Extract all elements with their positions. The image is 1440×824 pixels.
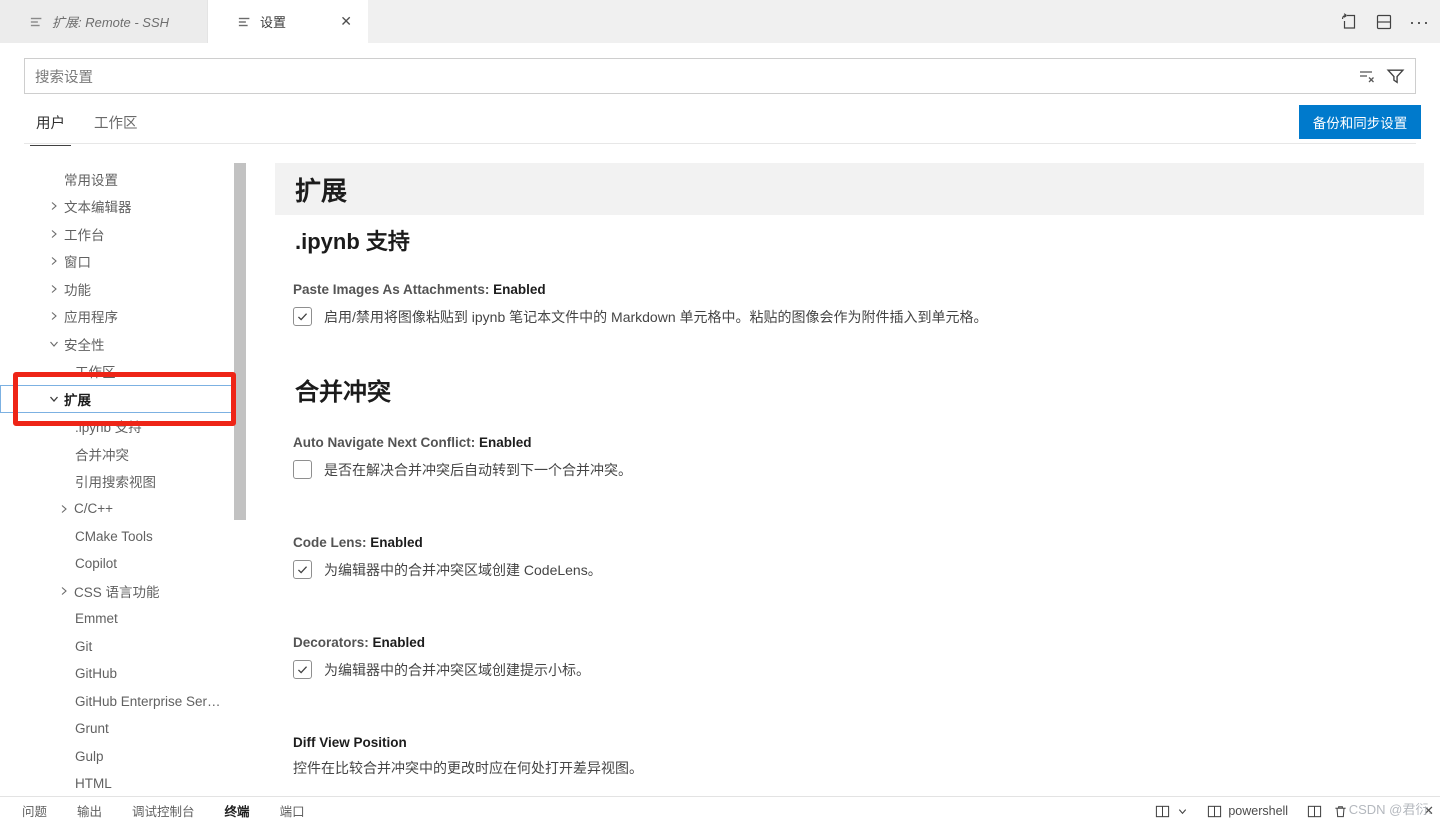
chevron-right-icon: [44, 255, 64, 267]
toc-item-common-settings[interactable]: 常用设置: [0, 165, 238, 193]
setting-description: 为编辑器中的合并冲突区域创建 CodeLens。: [324, 562, 602, 578]
editor-tab-bar: 扩展: Remote - SSH 设置 ✕ ···: [0, 0, 1440, 43]
scope-tab-user[interactable]: 用户: [30, 112, 71, 146]
scope-divider: [24, 143, 1416, 144]
tab-extension-remote-ssh[interactable]: 扩展: Remote - SSH: [0, 0, 208, 43]
group-heading-ipynb: .ipynb 支持: [295, 229, 410, 254]
toc-item-features[interactable]: 功能: [0, 275, 238, 303]
settings-list-icon: [30, 15, 44, 29]
setting-title: Paste Images As Attachments: Enabled: [293, 282, 546, 297]
toc-item-html[interactable]: HTML: [0, 770, 238, 798]
tab-label: 扩展: Remote - SSH: [52, 15, 170, 30]
toc-item-copilot[interactable]: Copilot: [0, 550, 238, 578]
clear-search-icon[interactable]: [1358, 67, 1376, 85]
setting-description: 是否在解决合并冲突后自动转到下一个合并冲突。: [324, 462, 632, 478]
toc-scrollbar[interactable]: [234, 163, 246, 520]
toc-item-window[interactable]: 窗口: [0, 248, 238, 276]
panel-tabs: 问题 输出 调试控制台 终端 端口: [0, 801, 305, 820]
toc-item-gulp[interactable]: Gulp: [0, 743, 238, 771]
panel-tab-terminal[interactable]: 终端: [225, 801, 250, 820]
toc-item-references-view[interactable]: 引用搜索视图: [0, 468, 238, 496]
setting-description: 启用/禁用将图像粘贴到 ipynb 笔记本文件中的 Markdown 单元格中。…: [324, 309, 988, 325]
settings-toc: 常用设置 文本编辑器 工作台 窗口 功能 应用程序 安全性 工作区 扩展 .ip…: [0, 150, 248, 798]
setting-title: Code Lens: Enabled: [293, 535, 423, 550]
setting-title: Auto Navigate Next Conflict: Enabled: [293, 435, 532, 450]
toc-item-github[interactable]: GitHub: [0, 660, 238, 688]
split-editor-icon[interactable]: [1375, 13, 1393, 31]
vscode-settings-window: 扩展: Remote - SSH 设置 ✕ ··· 搜索设置 用户 工作区 备份…: [0, 0, 1440, 824]
toc-item-cmake-tools[interactable]: CMake Tools: [0, 523, 238, 551]
more-actions-icon[interactable]: ···: [1409, 13, 1430, 31]
checkbox-checked[interactable]: [293, 660, 312, 679]
chevron-right-icon: [54, 503, 74, 515]
toc-item-css-language[interactable]: CSS 语言功能: [0, 578, 238, 606]
new-terminal-icon[interactable]: [1155, 804, 1170, 819]
editor-actions: ···: [1340, 0, 1430, 43]
chevron-down-icon: [44, 393, 64, 405]
checkbox-checked[interactable]: [293, 307, 312, 326]
section-heading-extensions: 扩展: [275, 163, 1424, 215]
chevron-right-icon: [54, 585, 74, 597]
tab-settings[interactable]: 设置 ✕: [208, 0, 368, 43]
checkbox-unchecked[interactable]: [293, 460, 312, 479]
toc-item-github-enterprise[interactable]: GitHub Enterprise Ser…: [0, 688, 238, 716]
chevron-right-icon: [44, 310, 64, 322]
toc-item-text-editor[interactable]: 文本编辑器: [0, 193, 238, 221]
group-heading-merge-conflict: 合并冲突: [295, 379, 391, 406]
panel-tab-output[interactable]: 输出: [77, 801, 102, 820]
scope-tab-workspace[interactable]: 工作区: [88, 112, 144, 145]
toc-item-merge-conflict[interactable]: 合并冲突: [0, 440, 238, 468]
chevron-right-icon: [44, 200, 64, 212]
toc-item-grunt[interactable]: Grunt: [0, 715, 238, 743]
split-terminal-icon[interactable]: [1307, 804, 1322, 819]
checkbox-checked[interactable]: [293, 560, 312, 579]
setting-diff-view-position: Diff View Position 控件在比较合并冲突中的更改时应在何处打开差…: [293, 735, 1413, 778]
terminal-name: powershell: [1228, 804, 1289, 818]
toc-item-ipynb-support[interactable]: .ipynb 支持: [0, 413, 238, 441]
panel-bar: 问题 输出 调试控制台 终端 端口 powershell ✕: [0, 796, 1440, 824]
setting-title: Diff View Position: [293, 735, 407, 750]
section-title: 扩展: [295, 175, 348, 206]
panel-tab-ports[interactable]: 端口: [280, 801, 305, 820]
toc-item-security-workspace[interactable]: 工作区: [0, 358, 238, 386]
kill-terminal-trash-icon[interactable]: [1333, 804, 1348, 819]
panel-actions: powershell ✕: [1155, 797, 1434, 824]
terminal-tab-powershell[interactable]: powershell: [1207, 804, 1288, 819]
terminal-pane-icon: [1207, 804, 1222, 819]
setting-auto-navigate: Auto Navigate Next Conflict: Enabled 是否在…: [293, 435, 1413, 480]
setting-decorators: Decorators: Enabled 为编辑器中的合并冲突区域创建提示小标。: [293, 635, 1413, 680]
toc-item-application[interactable]: 应用程序: [0, 303, 238, 331]
filter-icon[interactable]: [1386, 67, 1405, 86]
tab-label: 设置: [260, 15, 287, 30]
terminal-dropdown-chevron-icon[interactable]: [1177, 806, 1188, 817]
toc-item-git[interactable]: Git: [0, 633, 238, 661]
toc-item-workbench[interactable]: 工作台: [0, 220, 238, 248]
settings-search-box[interactable]: 搜索设置: [24, 58, 1416, 94]
panel-tab-debug-console[interactable]: 调试控制台: [132, 801, 195, 820]
search-input[interactable]: 搜索设置: [35, 66, 1358, 87]
backup-sync-settings-button[interactable]: 备份和同步设置: [1299, 105, 1421, 139]
setting-description: 控件在比较合并冲突中的更改时应在何处打开差异视图。: [293, 760, 643, 776]
toc-item-security[interactable]: 安全性: [0, 330, 238, 358]
close-panel-icon[interactable]: ✕: [1423, 803, 1434, 819]
close-tab-icon[interactable]: ✕: [336, 12, 356, 31]
setting-code-lens: Code Lens: Enabled 为编辑器中的合并冲突区域创建 CodeLe…: [293, 535, 1413, 580]
setting-paste-images: Paste Images As Attachments: Enabled 启用/…: [293, 282, 1413, 327]
settings-list-icon: [238, 15, 252, 29]
open-preview-icon[interactable]: [1340, 12, 1359, 31]
chevron-down-icon: [44, 338, 64, 350]
toc-item-emmet[interactable]: Emmet: [0, 605, 238, 633]
panel-tab-problems[interactable]: 问题: [22, 801, 47, 820]
chevron-right-icon: [44, 228, 64, 240]
setting-title: Decorators: Enabled: [293, 635, 426, 650]
search-actions: [1358, 67, 1405, 86]
chevron-right-icon: [44, 283, 64, 295]
toc-item-c-cpp[interactable]: C/C++: [0, 495, 238, 523]
toc-item-extensions[interactable]: 扩展: [0, 385, 238, 413]
setting-description: 为编辑器中的合并冲突区域创建提示小标。: [324, 662, 590, 678]
